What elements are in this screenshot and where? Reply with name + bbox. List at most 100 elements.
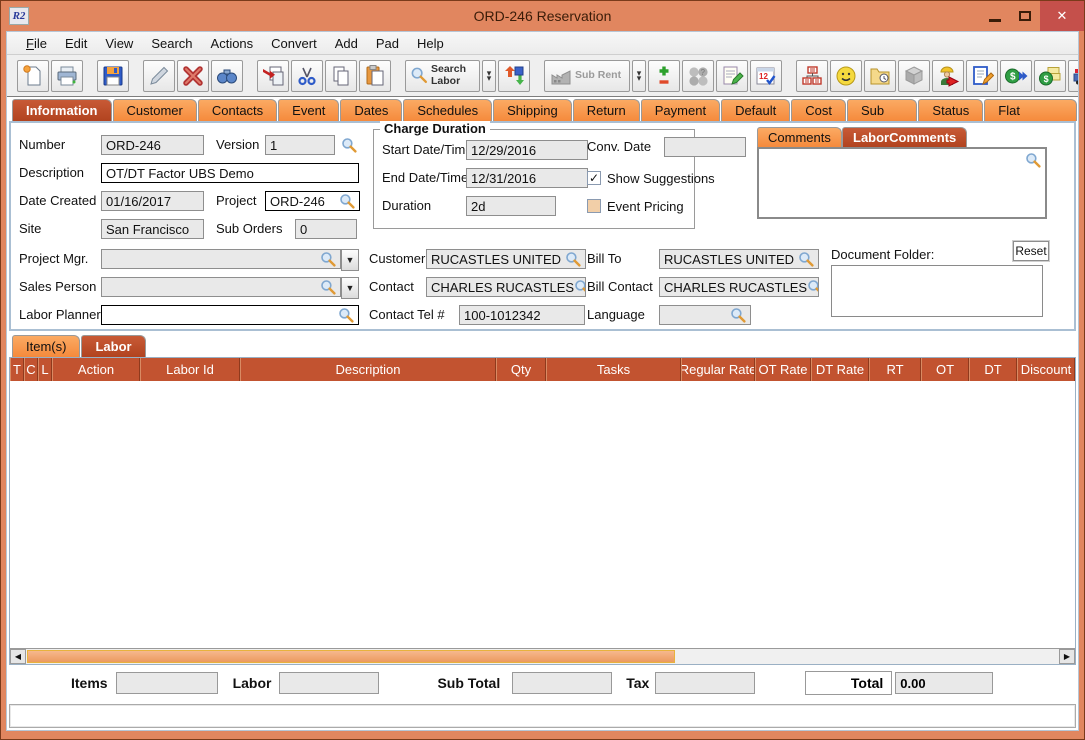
language-lookup-icon[interactable] xyxy=(730,307,746,323)
table-column-header[interactable]: DT xyxy=(969,358,1017,381)
edit-document-button[interactable] xyxy=(966,60,998,92)
transfer-funds-button[interactable]: $ xyxy=(1000,60,1032,92)
version-lookup-icon[interactable] xyxy=(341,137,357,153)
tab-event[interactable]: Event xyxy=(278,99,339,121)
scrollbar-thumb[interactable] xyxy=(27,650,675,663)
search-labor-button[interactable]: Search Labor xyxy=(405,60,480,92)
add-remove-button[interactable] xyxy=(648,60,680,92)
menu-search[interactable]: Search xyxy=(142,34,201,53)
tab-status[interactable]: Status xyxy=(918,99,983,121)
menu-view[interactable]: View xyxy=(96,34,142,53)
maximize-button[interactable] xyxy=(1010,1,1040,31)
find-button[interactable] xyxy=(211,60,243,92)
table-column-header[interactable]: T xyxy=(10,358,24,381)
table-column-header[interactable]: Regular Rate xyxy=(681,358,755,381)
close-button[interactable]: ✕ xyxy=(1040,1,1084,31)
show-suggestions-checkbox[interactable]: ✓ xyxy=(587,171,601,185)
table-column-header[interactable]: C xyxy=(24,358,38,381)
table-column-header[interactable]: RT xyxy=(869,358,921,381)
contact-lookup-icon[interactable] xyxy=(574,279,586,295)
history-folder-button[interactable] xyxy=(864,60,896,92)
tab-contacts[interactable]: Contacts xyxy=(198,99,277,121)
save-button[interactable] xyxy=(97,60,129,92)
org-chart-button[interactable] xyxy=(796,60,828,92)
table-column-header[interactable]: Description xyxy=(240,358,496,381)
table-column-header[interactable]: Discount xyxy=(1017,358,1075,381)
menu-pad[interactable]: Pad xyxy=(367,34,408,53)
tab-return[interactable]: Return xyxy=(573,99,640,121)
sub-rent-button[interactable]: Sub Rent xyxy=(544,60,630,92)
delivery-truck-button[interactable] xyxy=(1068,60,1079,92)
calendar-schedule-button[interactable]: 12 xyxy=(750,60,782,92)
project-mgr-lookup-icon[interactable] xyxy=(320,251,336,267)
customer-lookup-icon[interactable] xyxy=(565,251,581,267)
tab-default[interactable]: Default xyxy=(721,99,790,121)
new-document-button[interactable] xyxy=(17,60,49,92)
scroll-left-button[interactable]: ◀ xyxy=(10,649,26,664)
table-column-header[interactable]: Qty xyxy=(496,358,546,381)
menu-help[interactable]: Help xyxy=(408,34,453,53)
tab-cost[interactable]: Cost xyxy=(791,99,846,121)
sub-rent-options-button[interactable]: ▾▾ xyxy=(632,60,646,92)
table-column-header[interactable]: Action xyxy=(52,358,140,381)
comments-lookup-icon[interactable] xyxy=(1025,152,1041,168)
scroll-right-button[interactable]: ▶ xyxy=(1059,649,1075,664)
copy-button[interactable] xyxy=(325,60,357,92)
tab-customer[interactable]: Customer xyxy=(113,99,197,121)
labor-planner-field[interactable] xyxy=(101,305,359,325)
event-pricing-checkbox[interactable] xyxy=(587,199,601,213)
search-labor-options-button[interactable]: ▾▾ xyxy=(482,60,496,92)
edit-button[interactable] xyxy=(143,60,175,92)
table-column-header[interactable]: OT Rate xyxy=(755,358,811,381)
feedback-smiley-button[interactable] xyxy=(830,60,862,92)
package-disabled-button[interactable] xyxy=(898,60,930,92)
bill-contact-lookup-icon[interactable] xyxy=(807,279,819,295)
convert-button[interactable] xyxy=(498,60,530,92)
reset-button[interactable]: Reset xyxy=(1013,241,1049,261)
menu-convert[interactable]: Convert xyxy=(262,34,326,53)
tab-information[interactable]: Information xyxy=(12,99,112,121)
menu-add[interactable]: Add xyxy=(326,34,367,53)
sales-person-lookup-icon[interactable] xyxy=(320,279,336,295)
tab-flat-discounts[interactable]: Flat Discounts xyxy=(984,99,1077,121)
cut-button[interactable] xyxy=(291,60,323,92)
tab-labor-comments[interactable]: LaborComments xyxy=(842,127,967,147)
tab-comments[interactable]: Comments xyxy=(757,127,842,147)
labor-table-body[interactable] xyxy=(10,381,1075,648)
project-lookup-icon[interactable] xyxy=(339,193,355,209)
project-field[interactable]: ORD-246 xyxy=(265,191,360,211)
description-field[interactable]: OT/DT Factor UBS Demo xyxy=(101,163,359,183)
minimize-button[interactable] xyxy=(980,1,1010,31)
table-column-header[interactable]: DT Rate xyxy=(811,358,869,381)
tab-shipping[interactable]: Shipping xyxy=(493,99,572,121)
labor-planner-lookup-icon[interactable] xyxy=(338,307,354,323)
delete-button[interactable] xyxy=(177,60,209,92)
menu-file[interactable]: File xyxy=(17,34,56,53)
document-folder-box[interactable] xyxy=(831,265,1043,317)
menu-actions[interactable]: Actions xyxy=(202,34,263,53)
paste-button[interactable] xyxy=(359,60,391,92)
table-column-header[interactable]: L xyxy=(38,358,52,381)
table-column-header[interactable]: Labor Id xyxy=(140,358,240,381)
menu-edit[interactable]: Edit xyxy=(56,34,96,53)
tab-payment[interactable]: Payment xyxy=(641,99,720,121)
edit-notes-button[interactable] xyxy=(716,60,748,92)
tab-schedules[interactable]: Schedules xyxy=(403,99,492,121)
table-column-header[interactable]: Tasks xyxy=(546,358,681,381)
group-items-button[interactable]: ? xyxy=(682,60,714,92)
horizontal-scrollbar[interactable]: ◀ ▶ xyxy=(10,648,1075,664)
sub-rent-label: Sub Rent xyxy=(575,70,625,82)
sales-person-dropdown-button[interactable]: ▼ xyxy=(341,277,359,299)
tab-dates[interactable]: Dates xyxy=(340,99,402,121)
tab-labor[interactable]: Labor xyxy=(81,335,145,357)
bill-to-lookup-icon[interactable] xyxy=(798,251,814,267)
tab-items[interactable]: Item(s) xyxy=(12,335,80,357)
table-column-header[interactable]: OT xyxy=(921,358,969,381)
print-button[interactable] xyxy=(51,60,83,92)
project-mgr-dropdown-button[interactable]: ▼ xyxy=(341,249,359,271)
assign-crew-button[interactable] xyxy=(932,60,964,92)
labor-comments-textarea[interactable] xyxy=(757,147,1047,219)
tab-sub-total[interactable]: Sub Total xyxy=(847,99,917,121)
billing-notes-button[interactable]: $ xyxy=(1034,60,1066,92)
copy-to-order-button[interactable] xyxy=(257,60,289,92)
